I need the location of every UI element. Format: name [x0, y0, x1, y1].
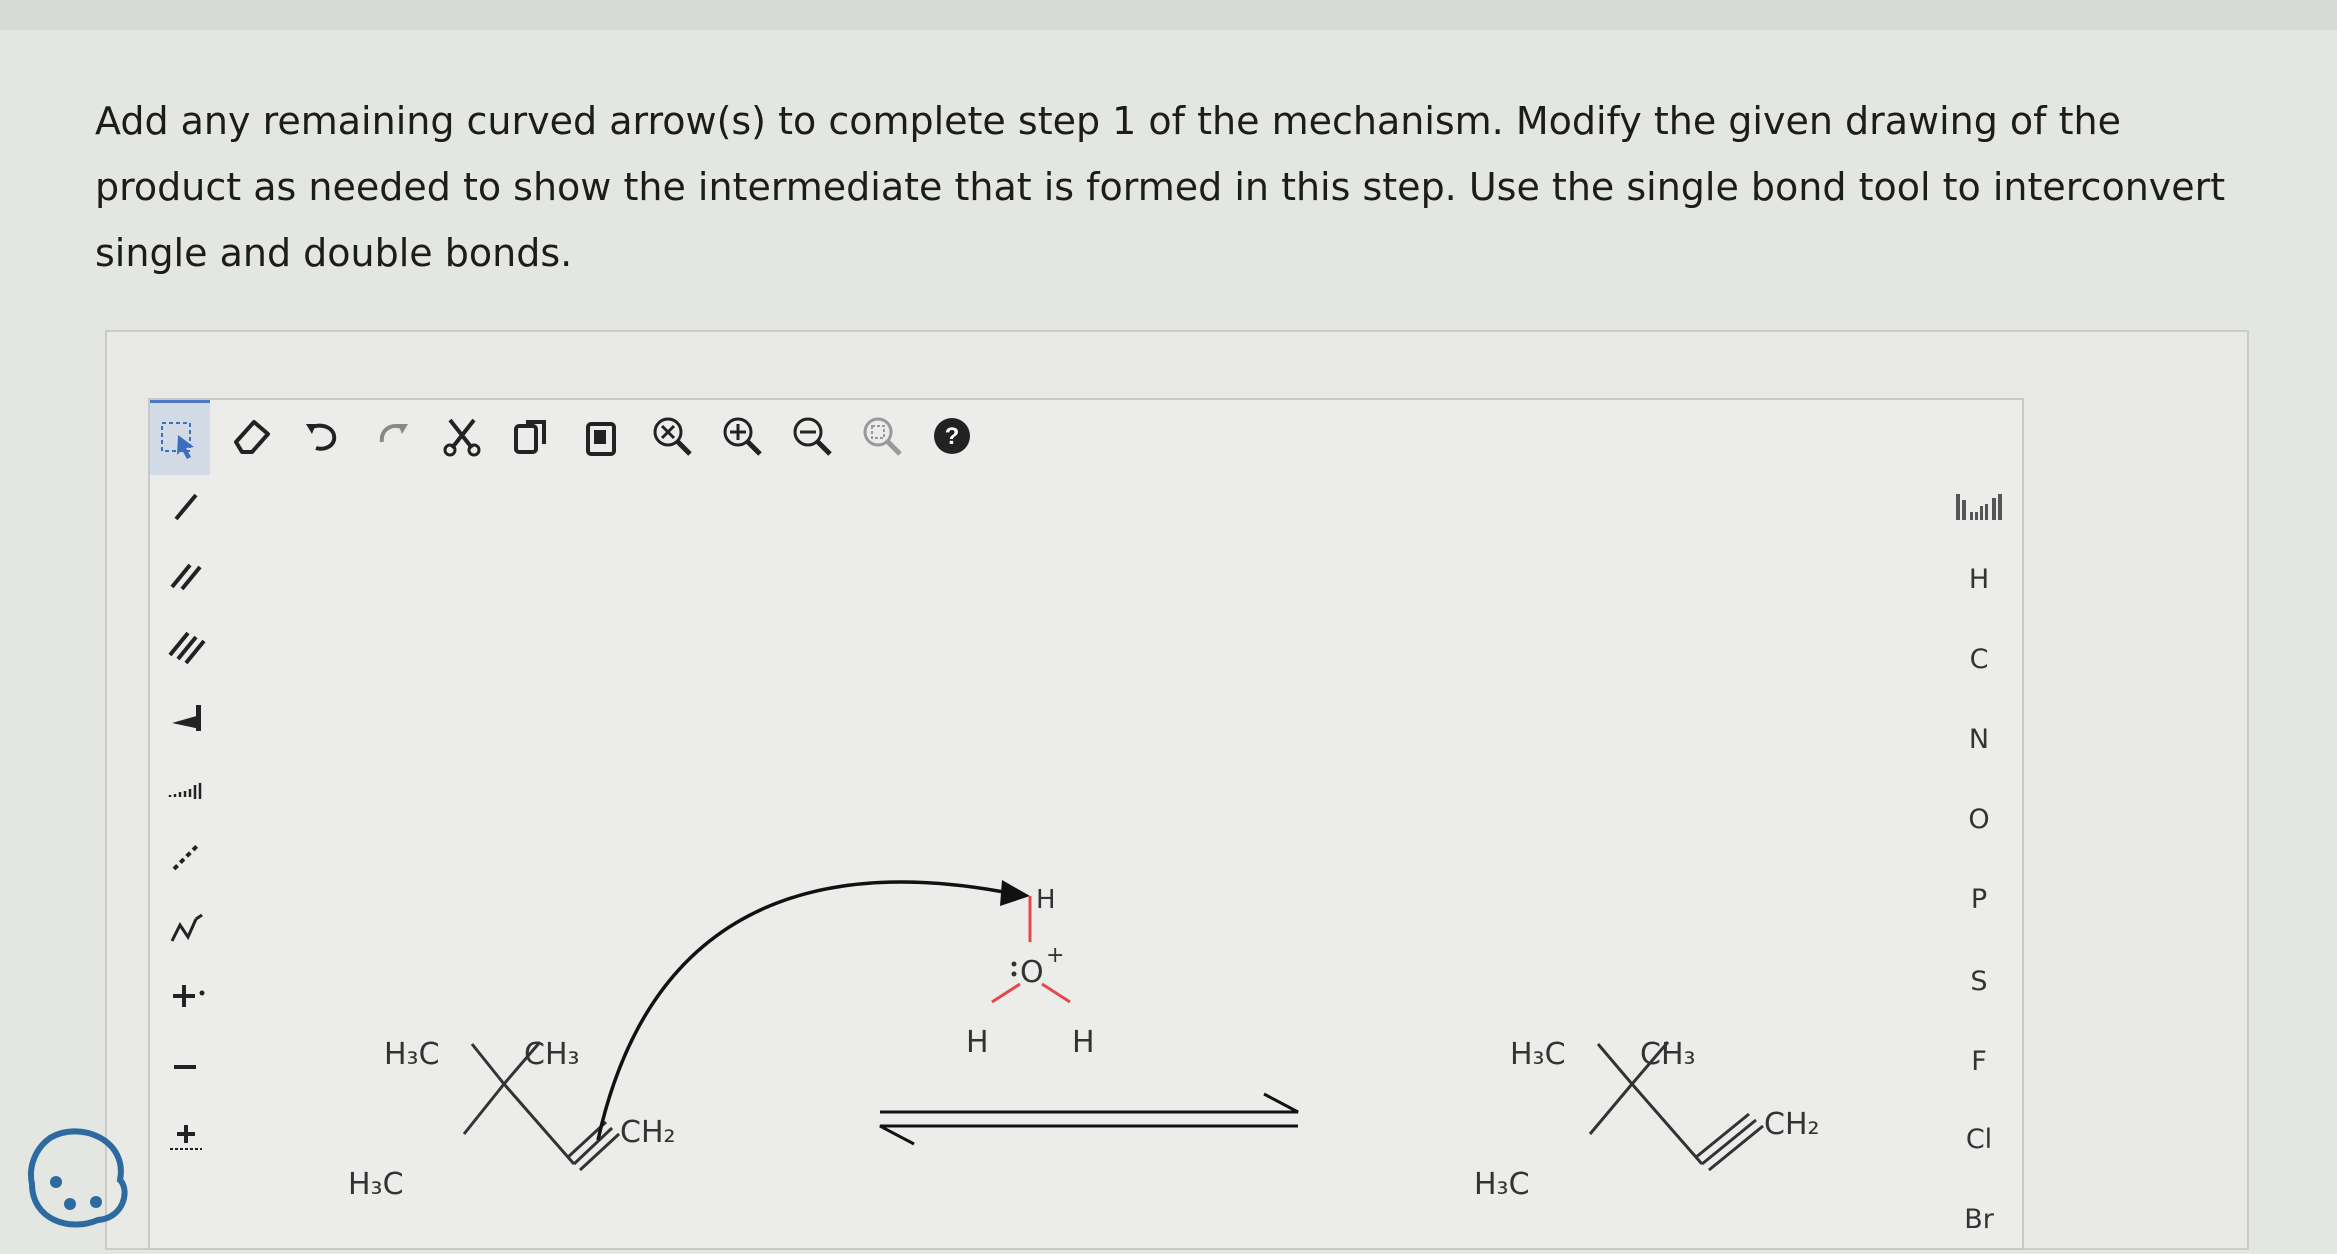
zoom-fit-icon [653, 417, 692, 456]
reactant-molecule[interactable]: H₃C CH₃ H₃C CH₂ [348, 1037, 676, 1202]
reactant-h3c-top: H₃C [384, 1037, 440, 1072]
wedge-bond-button[interactable] [150, 682, 222, 752]
chat-bubble-icon [28, 1128, 128, 1228]
single-bond-icon [174, 493, 198, 521]
hydronium-o: O [1020, 955, 1044, 990]
zoom-area-button[interactable] [852, 400, 912, 472]
hydronium-ion[interactable]: O + H H H [966, 885, 1095, 1060]
periodic-table-button[interactable] [1940, 472, 2018, 542]
copy-icon [514, 420, 546, 454]
equilibrium-arrow [879, 1092, 1299, 1146]
help-label: ? [945, 423, 960, 450]
dashed-bond-icon [172, 843, 200, 871]
zoom-fit-button[interactable] [642, 400, 702, 472]
zoom-out-button[interactable] [782, 400, 842, 472]
help-button[interactable]: ? [922, 400, 982, 472]
undo-icon [306, 423, 337, 451]
scissors-icon [443, 418, 481, 457]
help-icon: ? [934, 418, 970, 454]
reactant-ch2: CH₂ [620, 1115, 676, 1150]
zoom-out-icon [793, 417, 832, 456]
plus-charge-icon [173, 985, 205, 1007]
element-F[interactable]: F [1940, 1026, 2018, 1096]
undo-button[interactable] [292, 400, 352, 472]
hydronium-h-left: H [966, 1025, 989, 1060]
select-icon [161, 422, 194, 459]
product-ch3-top: CH₃ [1640, 1037, 1696, 1072]
positive-charge-button[interactable] [150, 962, 222, 1032]
dashed-bond-button[interactable] [150, 822, 222, 892]
copy-button[interactable] [502, 400, 562, 472]
reactant-h3c-bottom: H₃C [348, 1167, 404, 1202]
hydronium-h-top: H [1036, 885, 1056, 915]
product-ch2: CH₂ [1764, 1107, 1820, 1142]
element-toolbar: H C N O P S F Cl Br [1940, 472, 2018, 1246]
element-C[interactable]: C [1940, 624, 2018, 694]
hash-bond-button[interactable] [150, 752, 222, 822]
hydronium-h-right: H [1072, 1025, 1095, 1060]
triple-bond-button[interactable] [150, 612, 222, 682]
curved-arrow[interactable] [596, 880, 1030, 1141]
cation-template-button[interactable] [150, 1102, 222, 1172]
floating-help-bubble[interactable] [20, 1120, 136, 1236]
cation-icon [170, 1125, 202, 1150]
paste-icon [586, 422, 616, 456]
chain-icon [170, 913, 203, 942]
double-bond-button[interactable] [150, 542, 222, 612]
reactant-ch3-top: CH₃ [524, 1037, 580, 1072]
wedge-bond-icon [172, 705, 201, 731]
hash-bond-icon [168, 783, 202, 799]
product-h3c-bottom: H₃C [1474, 1167, 1530, 1202]
top-band [0, 0, 2337, 30]
element-S[interactable]: S [1940, 946, 2018, 1016]
element-Br[interactable]: Br [1940, 1184, 2018, 1254]
question-prompt: Add any remaining curved arrow(s) to com… [95, 99, 2226, 275]
product-h3c-top: H₃C [1510, 1037, 1566, 1072]
minus-charge-icon [174, 1065, 196, 1069]
eraser-icon [234, 420, 270, 454]
hydronium-charge: + [1046, 943, 1064, 968]
single-bond-button[interactable] [150, 472, 222, 542]
double-bond-icon [170, 563, 202, 591]
eraser-button[interactable] [222, 400, 282, 472]
element-Cl[interactable]: Cl [1940, 1104, 2018, 1174]
redo-icon [379, 423, 408, 443]
zoom-in-button[interactable] [712, 400, 772, 472]
periodic-table-icon [1956, 494, 2002, 520]
paste-button[interactable] [572, 400, 632, 472]
top-toolbar: ? [150, 400, 2020, 475]
drawing-canvas[interactable]: H₃C CH₃ H₃C CH₂ O + H H H H₃C CH₃ H₃C CH… [224, 472, 1938, 1246]
left-toolbar [150, 472, 222, 1246]
negative-charge-button[interactable] [150, 1032, 222, 1102]
cut-button[interactable] [432, 400, 492, 472]
element-N[interactable]: N [1940, 704, 2018, 774]
element-P[interactable]: P [1940, 864, 2018, 934]
redo-button[interactable] [362, 400, 422, 472]
element-H[interactable]: H [1940, 544, 2018, 614]
product-molecule[interactable]: H₃C CH₃ H₃C CH₂ [1474, 1037, 1820, 1202]
triple-bond-icon [168, 631, 206, 665]
element-O[interactable]: O [1940, 784, 2018, 854]
zoom-in-icon [723, 417, 762, 456]
select-tool-button[interactable] [150, 400, 210, 475]
zoom-area-icon [863, 417, 902, 456]
chain-tool-button[interactable] [150, 892, 222, 962]
